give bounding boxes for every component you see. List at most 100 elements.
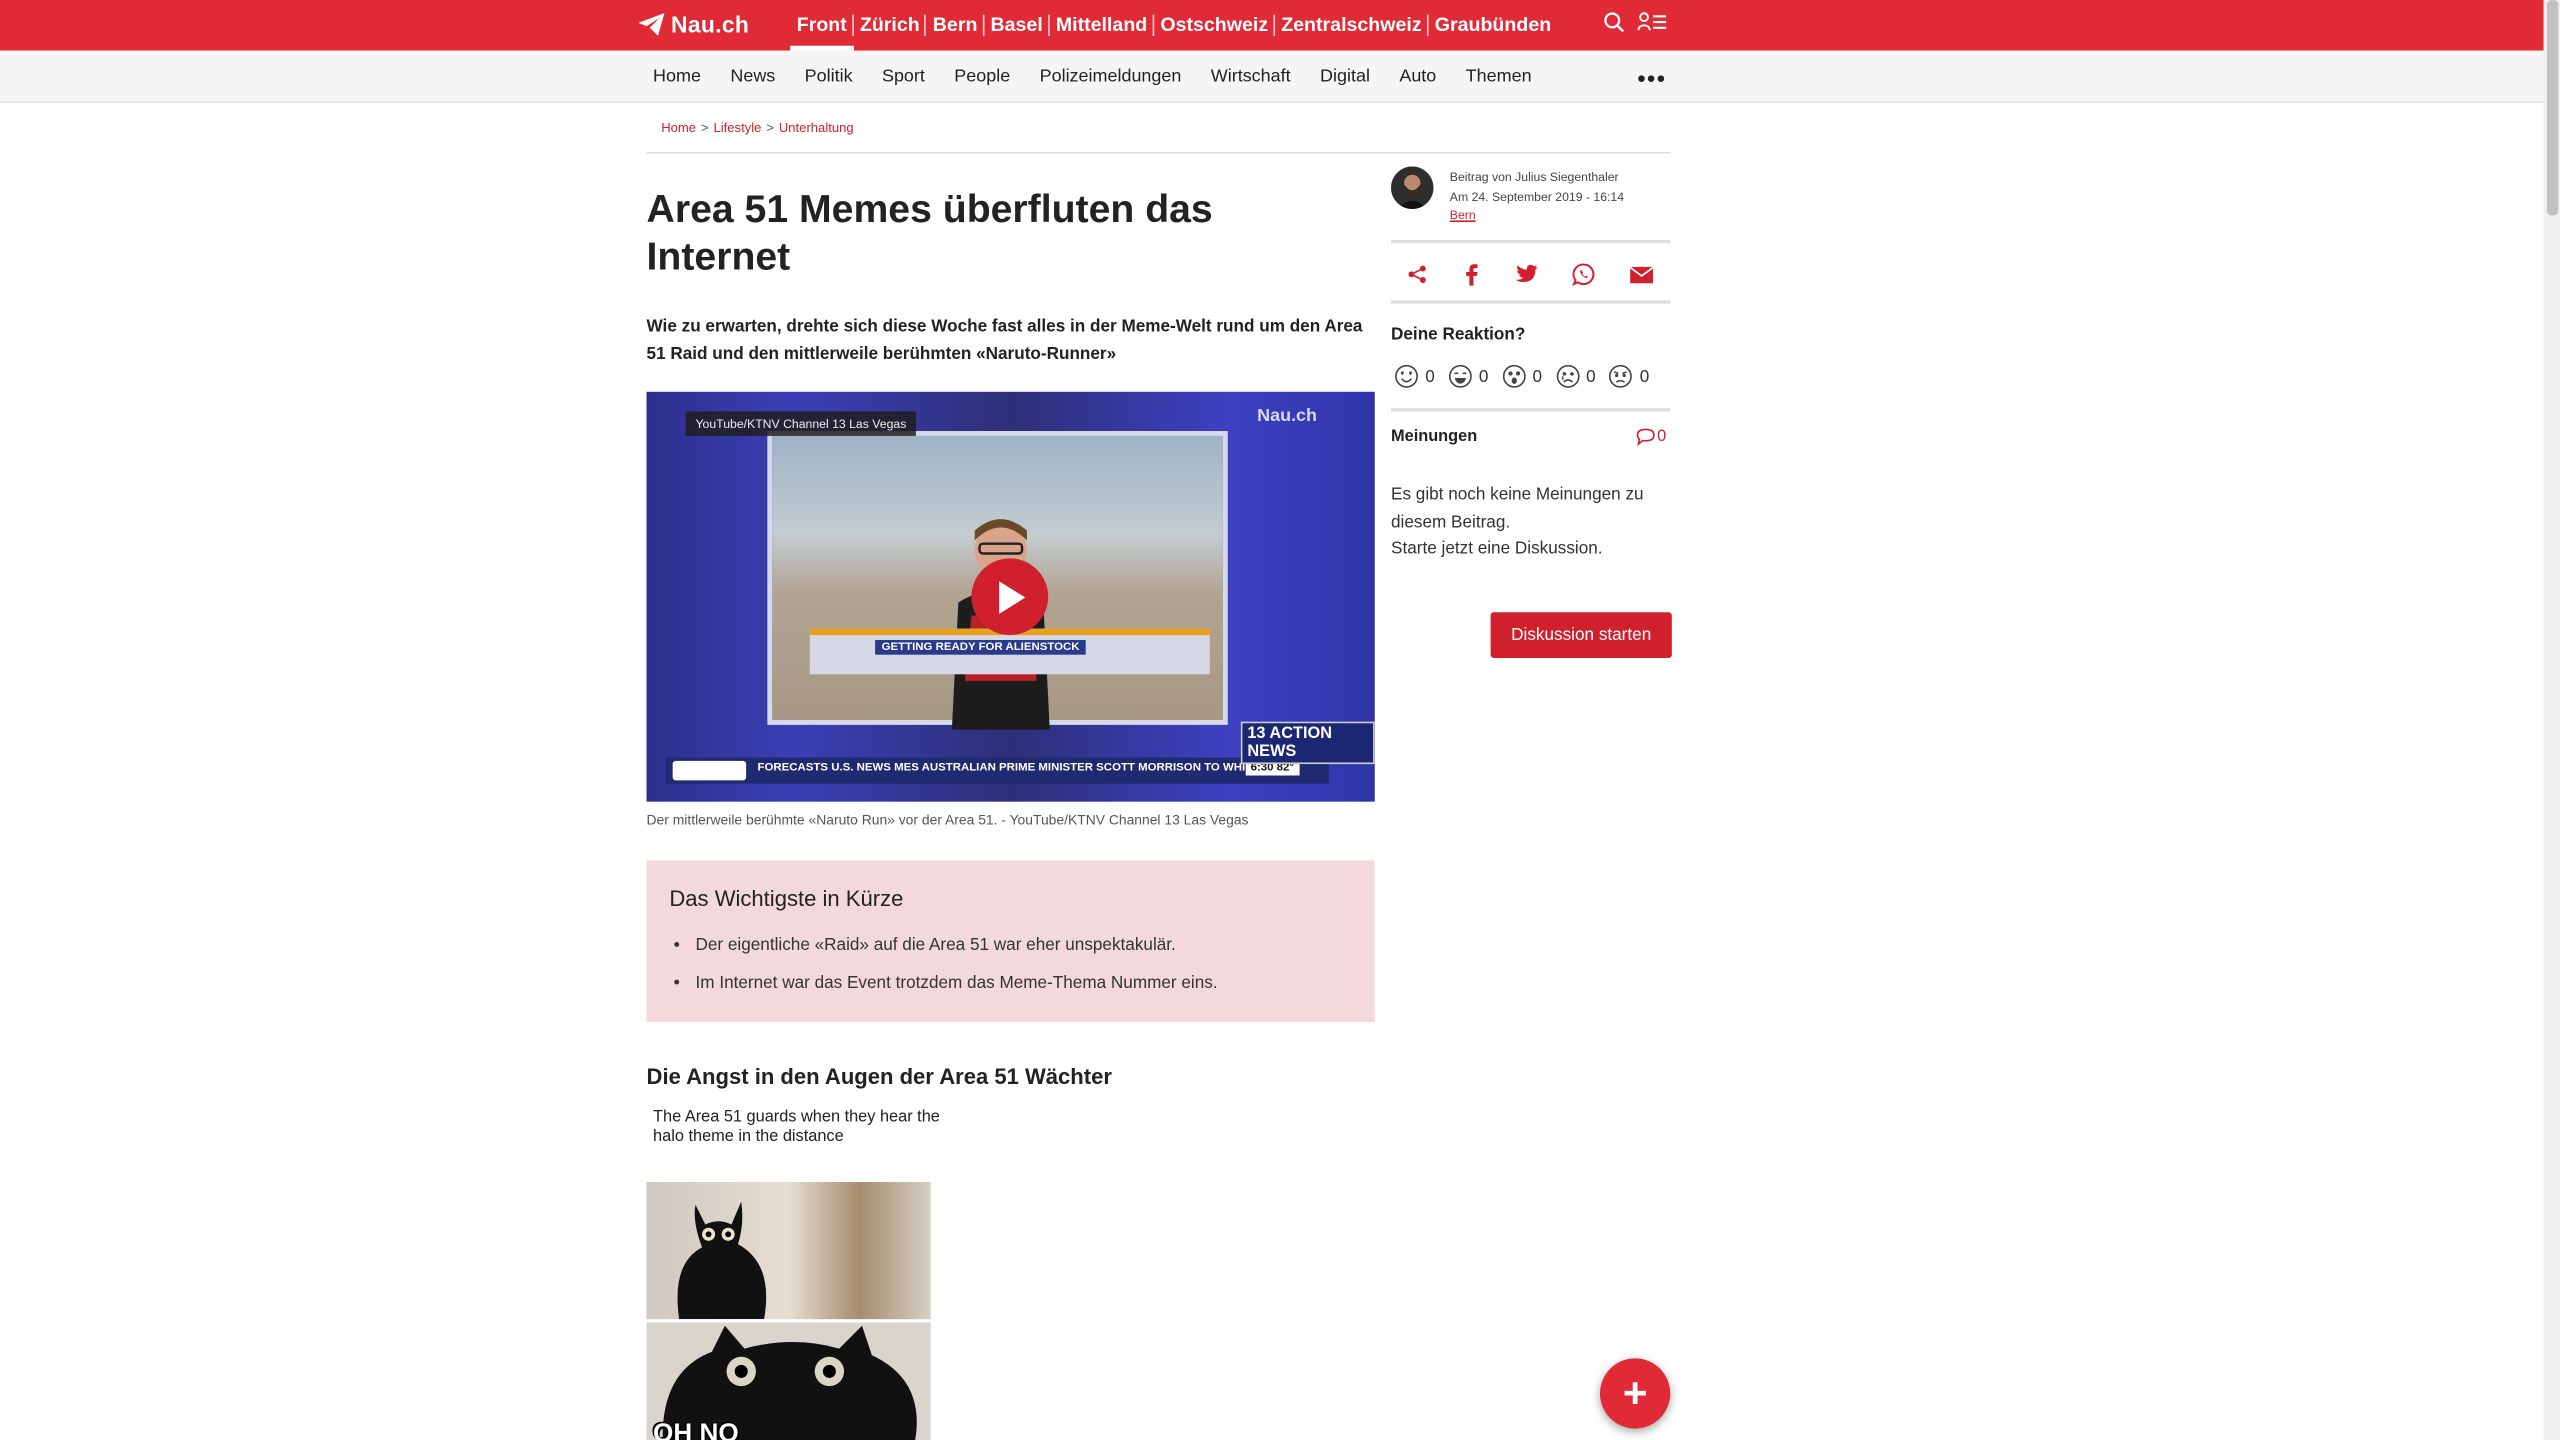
angry-face-icon — [1609, 364, 1633, 388]
nav-sport[interactable]: Sport — [882, 67, 925, 87]
scrollbar-track[interactable] — [2543, 0, 2560, 1440]
floating-add-button[interactable]: + — [1599, 1358, 1671, 1429]
region-tab-zentralschweiz[interactable]: Zentralschweiz — [1273, 0, 1429, 51]
reaction-laugh[interactable]: 0 — [1448, 364, 1489, 388]
email-icon[interactable] — [1628, 265, 1653, 283]
nav-themen[interactable]: Themen — [1466, 67, 1532, 87]
reaction-surprised[interactable]: 0 — [1502, 364, 1543, 388]
news-lower-third: GETTING READY FOR ALIENSTOCK — [809, 628, 1210, 675]
love-face-icon — [1395, 364, 1418, 388]
nav-auto[interactable]: Auto — [1399, 67, 1436, 87]
whatsapp-icon[interactable] — [1571, 263, 1595, 286]
divider — [1391, 408, 1671, 412]
nav-polizeimeldungen[interactable]: Polizeimeldungen — [1040, 67, 1182, 87]
divider — [1391, 239, 1671, 244]
reaction-count: 0 — [1532, 366, 1543, 387]
region-tab-mittelland[interactable]: Mittelland — [1047, 0, 1153, 51]
share-icon[interactable] — [1408, 264, 1428, 284]
video-source-tag: YouTube/KTNV Channel 13 Las Vegas — [685, 411, 917, 436]
meme-caption: The Area 51 guards when they hear the ha… — [653, 1108, 940, 1147]
play-icon — [998, 580, 1025, 614]
article-title: Area 51 Memes überfluten das Internet — [646, 187, 1213, 280]
publish-date: Am 24. September 2019 - 16:14 — [1449, 188, 1625, 204]
paper-plane-icon — [638, 13, 665, 36]
breadcrumb-separator: > — [766, 120, 774, 136]
lower-third-text: GETTING READY FOR ALIENSTOCK — [875, 639, 1087, 655]
nav-wirtschaft[interactable]: Wirtschaft — [1211, 67, 1291, 87]
video-player[interactable]: GETTING READY FOR ALIENSTOCK FORECASTS U… — [646, 391, 1375, 802]
breadcrumb: Home > Lifestyle > Unterhaltung — [661, 121, 853, 136]
summary-heading: Das Wichtigste in Kürze — [669, 886, 904, 912]
author-info: Beitrag von Julius Siegenthaler Am 24. S… — [1450, 168, 1624, 224]
nav-home[interactable]: Home — [653, 67, 701, 87]
search-icon[interactable] — [1603, 11, 1625, 33]
top-bar: Nau.ch Front Zürich Bern Basel Mittellan… — [0, 0, 2544, 51]
top-icons — [1603, 11, 1667, 33]
start-discussion-button[interactable]: Diskussion starten — [1490, 612, 1672, 658]
reaction-count: 0 — [1478, 366, 1489, 387]
facebook-icon[interactable] — [1462, 263, 1482, 286]
region-tab-zurich[interactable]: Zürich — [851, 0, 926, 51]
nav-digital[interactable]: Digital — [1320, 67, 1370, 87]
nav-politik[interactable]: Politik — [805, 67, 853, 87]
reaction-bar: 0 0 0 0 0 — [1394, 364, 1649, 388]
location-link[interactable]: Bern — [1450, 206, 1624, 225]
comment-bubble-icon — [1636, 428, 1655, 446]
breadcrumb-home[interactable]: Home — [661, 121, 696, 136]
start-discussion-prompt: Starte jetzt eine Diskussion. — [1391, 538, 1603, 559]
summary-box: Das Wichtigste in Kürze Der eigentliche … — [646, 860, 1375, 1023]
play-button[interactable] — [971, 558, 1049, 636]
comments-title: Meinungen — [1391, 427, 1478, 446]
station-logo: 13 ACTION NEWS — [1240, 721, 1375, 765]
reaction-love[interactable]: 0 — [1394, 364, 1435, 388]
summary-list: Der eigentliche «Raid» auf die Area 51 w… — [696, 927, 1218, 1002]
laugh-face-icon — [1448, 364, 1472, 388]
author-line[interactable]: Beitrag von Julius Siegenthaler — [1450, 168, 1624, 187]
video-caption: Der mittlerweile berühmte «Naruto Run» v… — [646, 811, 1249, 828]
black-cat-image — [677, 1201, 767, 1320]
region-tab-front[interactable]: Front — [790, 0, 853, 51]
region-nav: Front Zürich Bern Basel Mittelland Ostsc… — [790, 0, 1558, 51]
summary-item: Der eigentliche «Raid» auf die Area 51 w… — [696, 927, 1218, 965]
nav-news[interactable]: News — [730, 67, 775, 87]
reaction-title: Deine Reaktion? — [1391, 324, 1526, 345]
region-tab-ostschweiz[interactable]: Ostschweiz — [1152, 0, 1275, 51]
sad-face-icon — [1555, 364, 1579, 388]
divider — [646, 151, 1671, 154]
section-heading: Die Angst in den Augen der Area 51 Wächt… — [646, 1064, 1112, 1089]
breadcrumb-separator: > — [700, 120, 709, 136]
logo[interactable]: Nau.ch — [638, 8, 749, 41]
page: Nau.ch Front Zürich Bern Basel Mittellan… — [0, 0, 2560, 1440]
region-tab-bern[interactable]: Bern — [924, 0, 984, 51]
reaction-count: 0 — [1639, 366, 1650, 387]
author-avatar[interactable] — [1391, 166, 1434, 209]
nav-people[interactable]: People — [954, 67, 1010, 87]
reaction-count: 0 — [1586, 366, 1596, 387]
summary-item: Im Internet war das Event trotzdem das M… — [696, 965, 1218, 1003]
region-tab-basel[interactable]: Basel — [982, 0, 1049, 51]
author-photo — [1391, 166, 1434, 209]
no-comments-text: Es gibt noch keine Meinungen zu diesem B… — [1391, 482, 1670, 563]
breadcrumb-lifestyle[interactable]: Lifestyle — [713, 121, 761, 136]
meme-image-cat-1 — [646, 1182, 931, 1320]
scrollbar-thumb[interactable] — [2546, 0, 2559, 216]
reaction-sad[interactable]: 0 — [1555, 364, 1596, 388]
comment-count: 0 — [1657, 427, 1667, 446]
video-watermark: Nau.ch — [1257, 406, 1318, 427]
ticker-text: FORECASTS U.S. NEWS MES AUSTRALIAN PRIME… — [757, 762, 1253, 774]
breadcrumb-unterhaltung[interactable]: Unterhaltung — [779, 121, 854, 136]
divider — [1391, 300, 1671, 304]
main-nav: Home News Politik Sport People Polizeime… — [0, 50, 2544, 103]
share-bar — [1391, 258, 1670, 291]
comment-count-link[interactable]: 0 — [1636, 428, 1666, 446]
no-comments-message: Es gibt noch keine Meinungen zu diesem B… — [1391, 484, 1644, 532]
more-menu-button[interactable]: ••• — [1638, 65, 1667, 91]
logo-text: Nau.ch — [671, 11, 750, 38]
sponsor-logo — [672, 760, 747, 781]
twitter-icon[interactable] — [1515, 264, 1538, 284]
region-tab-graubunden[interactable]: Graubünden — [1426, 0, 1558, 51]
reaction-angry[interactable]: 0 — [1609, 364, 1650, 388]
surprised-face-icon — [1502, 364, 1526, 388]
user-menu-icon[interactable] — [1637, 11, 1667, 32]
reaction-count: 0 — [1425, 366, 1435, 387]
